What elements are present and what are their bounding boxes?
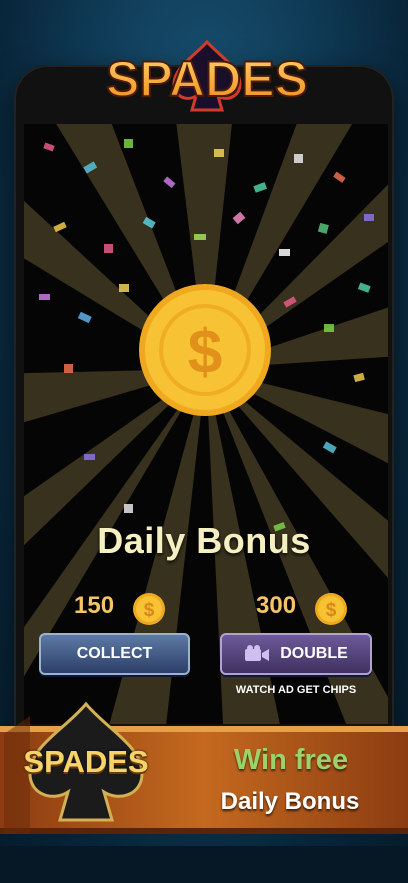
video-camera-icon — [245, 645, 270, 661]
large-dollar-coin-icon: $ — [139, 284, 271, 416]
svg-text:$: $ — [144, 600, 155, 621]
banner-subheadline: Daily Bonus — [220, 788, 360, 815]
coin-icon: $ — [315, 593, 347, 625]
double-amount: 300 — [256, 592, 297, 619]
collect-amount: 150 — [74, 592, 115, 619]
coin-icon: $ — [133, 593, 165, 625]
banner-logo-text: SPADES — [23, 744, 149, 779]
bottom-area — [0, 846, 408, 883]
svg-text:$: $ — [188, 318, 222, 387]
bonus-title: Daily Bonus — [97, 520, 311, 561]
double-button-label: DOUBLE — [280, 645, 348, 662]
spades-logo: SPADES — [72, 38, 342, 112]
double-button[interactable]: DOUBLE — [220, 633, 372, 675]
collect-button-label: COLLECT — [76, 645, 153, 662]
svg-text:$: $ — [326, 600, 337, 621]
watch-ad-text: WATCH AD GET CHIPS — [235, 684, 357, 696]
collect-button[interactable]: COLLECT — [39, 633, 190, 675]
logo-text: SPADES — [106, 51, 308, 107]
banner-headline: Win free — [233, 744, 349, 776]
